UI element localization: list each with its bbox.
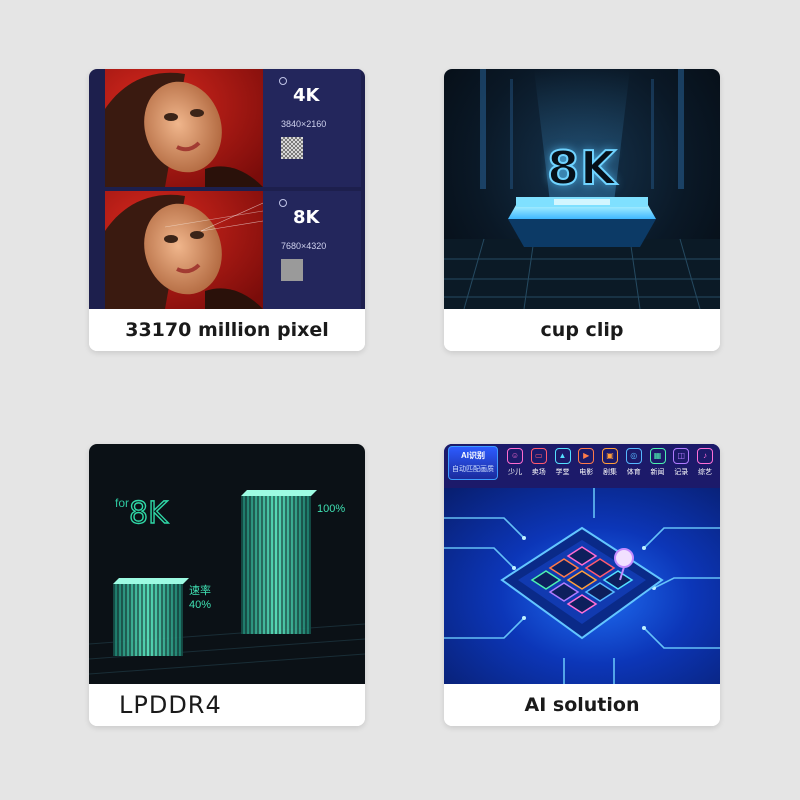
category-item: ▲ 学堂 (552, 448, 574, 477)
card-caption: LPDDR4 (89, 684, 365, 726)
category-label: 记录 (674, 469, 689, 476)
rate-value-40: 40% (189, 599, 212, 611)
category-icon: ♪ (697, 448, 713, 464)
category-icon: ▲ (554, 448, 571, 464)
target-ring-icon (279, 199, 287, 207)
category-icon: ▦ (649, 448, 666, 464)
category-icon: ▭ (530, 448, 547, 464)
resolution-label-4k: 4K (293, 85, 320, 106)
card-ai-solution[interactable]: AI识别 自动匹配画质 ☺ 少儿 ▭ 卖场 ▲ 学堂 ▶ 电影 ▣ 剧集 ◎ 体育 ▦ 新闻 ◫ 记录 ♪ 综艺 (444, 444, 720, 726)
panel-8k-info: 8K 7680×4320 (273, 191, 357, 309)
target-ring-icon (279, 77, 287, 85)
category-icon: ◫ (673, 448, 690, 464)
category-label: 剧集 (603, 469, 617, 476)
large-bar-label: 100% (317, 502, 345, 516)
category-label: 学堂 (555, 469, 570, 476)
dimensions-label-8k: 7680×4320 (281, 241, 327, 251)
resolution-label-8k: 8K (293, 207, 320, 228)
category-item: ▶ 电影 (575, 448, 597, 477)
ai-chip-image: AI识别 自动匹配画质 ☺ 少儿 ▭ 卖场 ▲ 学堂 ▶ 电影 ▣ 剧集 ◎ 体育 ▦ 新闻 ◫ 记录 ♪ 综艺 (444, 444, 720, 684)
rate-label: 速率 (189, 585, 211, 597)
category-label: 电影 (579, 469, 594, 476)
pixel-grid-coarse-icon (281, 137, 303, 159)
category-item: ☺ 少儿 (504, 448, 526, 477)
card-caption: cup clip (444, 309, 720, 351)
pixel-comparison-image: 4K 3840×2160 8K 7680×4320 (89, 69, 365, 309)
card-caption: AI solution (444, 684, 720, 726)
category-label: 体育 (626, 469, 641, 476)
category-item: ◎ 体育 (623, 448, 645, 477)
panel-4k-info: 4K 3840×2160 (273, 69, 357, 187)
panel-4k: 4K 3840×2160 (105, 69, 361, 187)
for-label: for (115, 496, 130, 510)
pixel-grid-fine-icon (281, 259, 303, 281)
category-label: 新闻 (650, 469, 665, 476)
category-icon: ☺ (507, 448, 523, 464)
category-item: ▣ 剧集 (599, 448, 621, 477)
category-item: ▭ 卖场 (528, 448, 550, 477)
category-icons: ☺ 少儿 ▭ 卖场 ▲ 学堂 ▶ 电影 ▣ 剧集 ◎ 体育 ▦ 新闻 ◫ 记录 ♪ 综艺 (504, 448, 716, 477)
category-icon: ◎ (625, 448, 642, 464)
ai-chip-graphic (444, 488, 720, 684)
neon-8k-text: 8K (128, 495, 168, 531)
card-cup-clip[interactable]: 8K cup clip (444, 69, 720, 351)
portrait-photo-8k (105, 191, 263, 309)
dimensions-label-4k: 3840×2160 (281, 119, 327, 129)
ai-category-bar: AI识别 自动匹配画质 ☺ 少儿 ▭ 卖场 ▲ 学堂 ▶ 电影 ▣ 剧集 ◎ 体育 ▦ 新闻 ◫ 记录 ♪ 综艺 (444, 444, 720, 488)
category-icon: ▣ (602, 448, 618, 464)
memory-bars-graphic (89, 490, 365, 675)
panel-8k: 8K 7680×4320 (105, 191, 361, 309)
category-icon: ▶ (578, 448, 595, 464)
chip-8k-image: 8K (444, 69, 720, 309)
portrait-photo-4k (105, 69, 263, 187)
card-caption: 33170 million pixel (89, 309, 365, 351)
badge-title: AI识别 (461, 451, 485, 460)
neon-8k-text: 8K (546, 140, 617, 196)
small-bar-label: 速率 40% (189, 584, 211, 612)
rate-value-100: 100% (317, 503, 346, 515)
category-label: 卖场 (531, 469, 546, 476)
category-label: 少儿 (508, 469, 522, 476)
card-pixel-comparison[interactable]: 4K 3840×2160 8K 7680×4320 33170 million … (89, 69, 365, 351)
memory-bars-image: for 8K 速率 40% 100% (89, 444, 365, 684)
category-item: ▦ 新闻 (647, 448, 669, 477)
card-lpddr4[interactable]: for 8K 速率 40% 100% LPDDR4 (89, 444, 365, 726)
category-item: ◫ 记录 (670, 448, 692, 477)
category-item: ♪ 综艺 (694, 448, 716, 477)
badge-subtitle: 自动匹配画质 (452, 466, 494, 473)
category-label: 综艺 (698, 469, 712, 476)
ai-recognition-badge: AI识别 自动匹配画质 (448, 446, 498, 480)
circuit-board-graphic (444, 488, 720, 684)
